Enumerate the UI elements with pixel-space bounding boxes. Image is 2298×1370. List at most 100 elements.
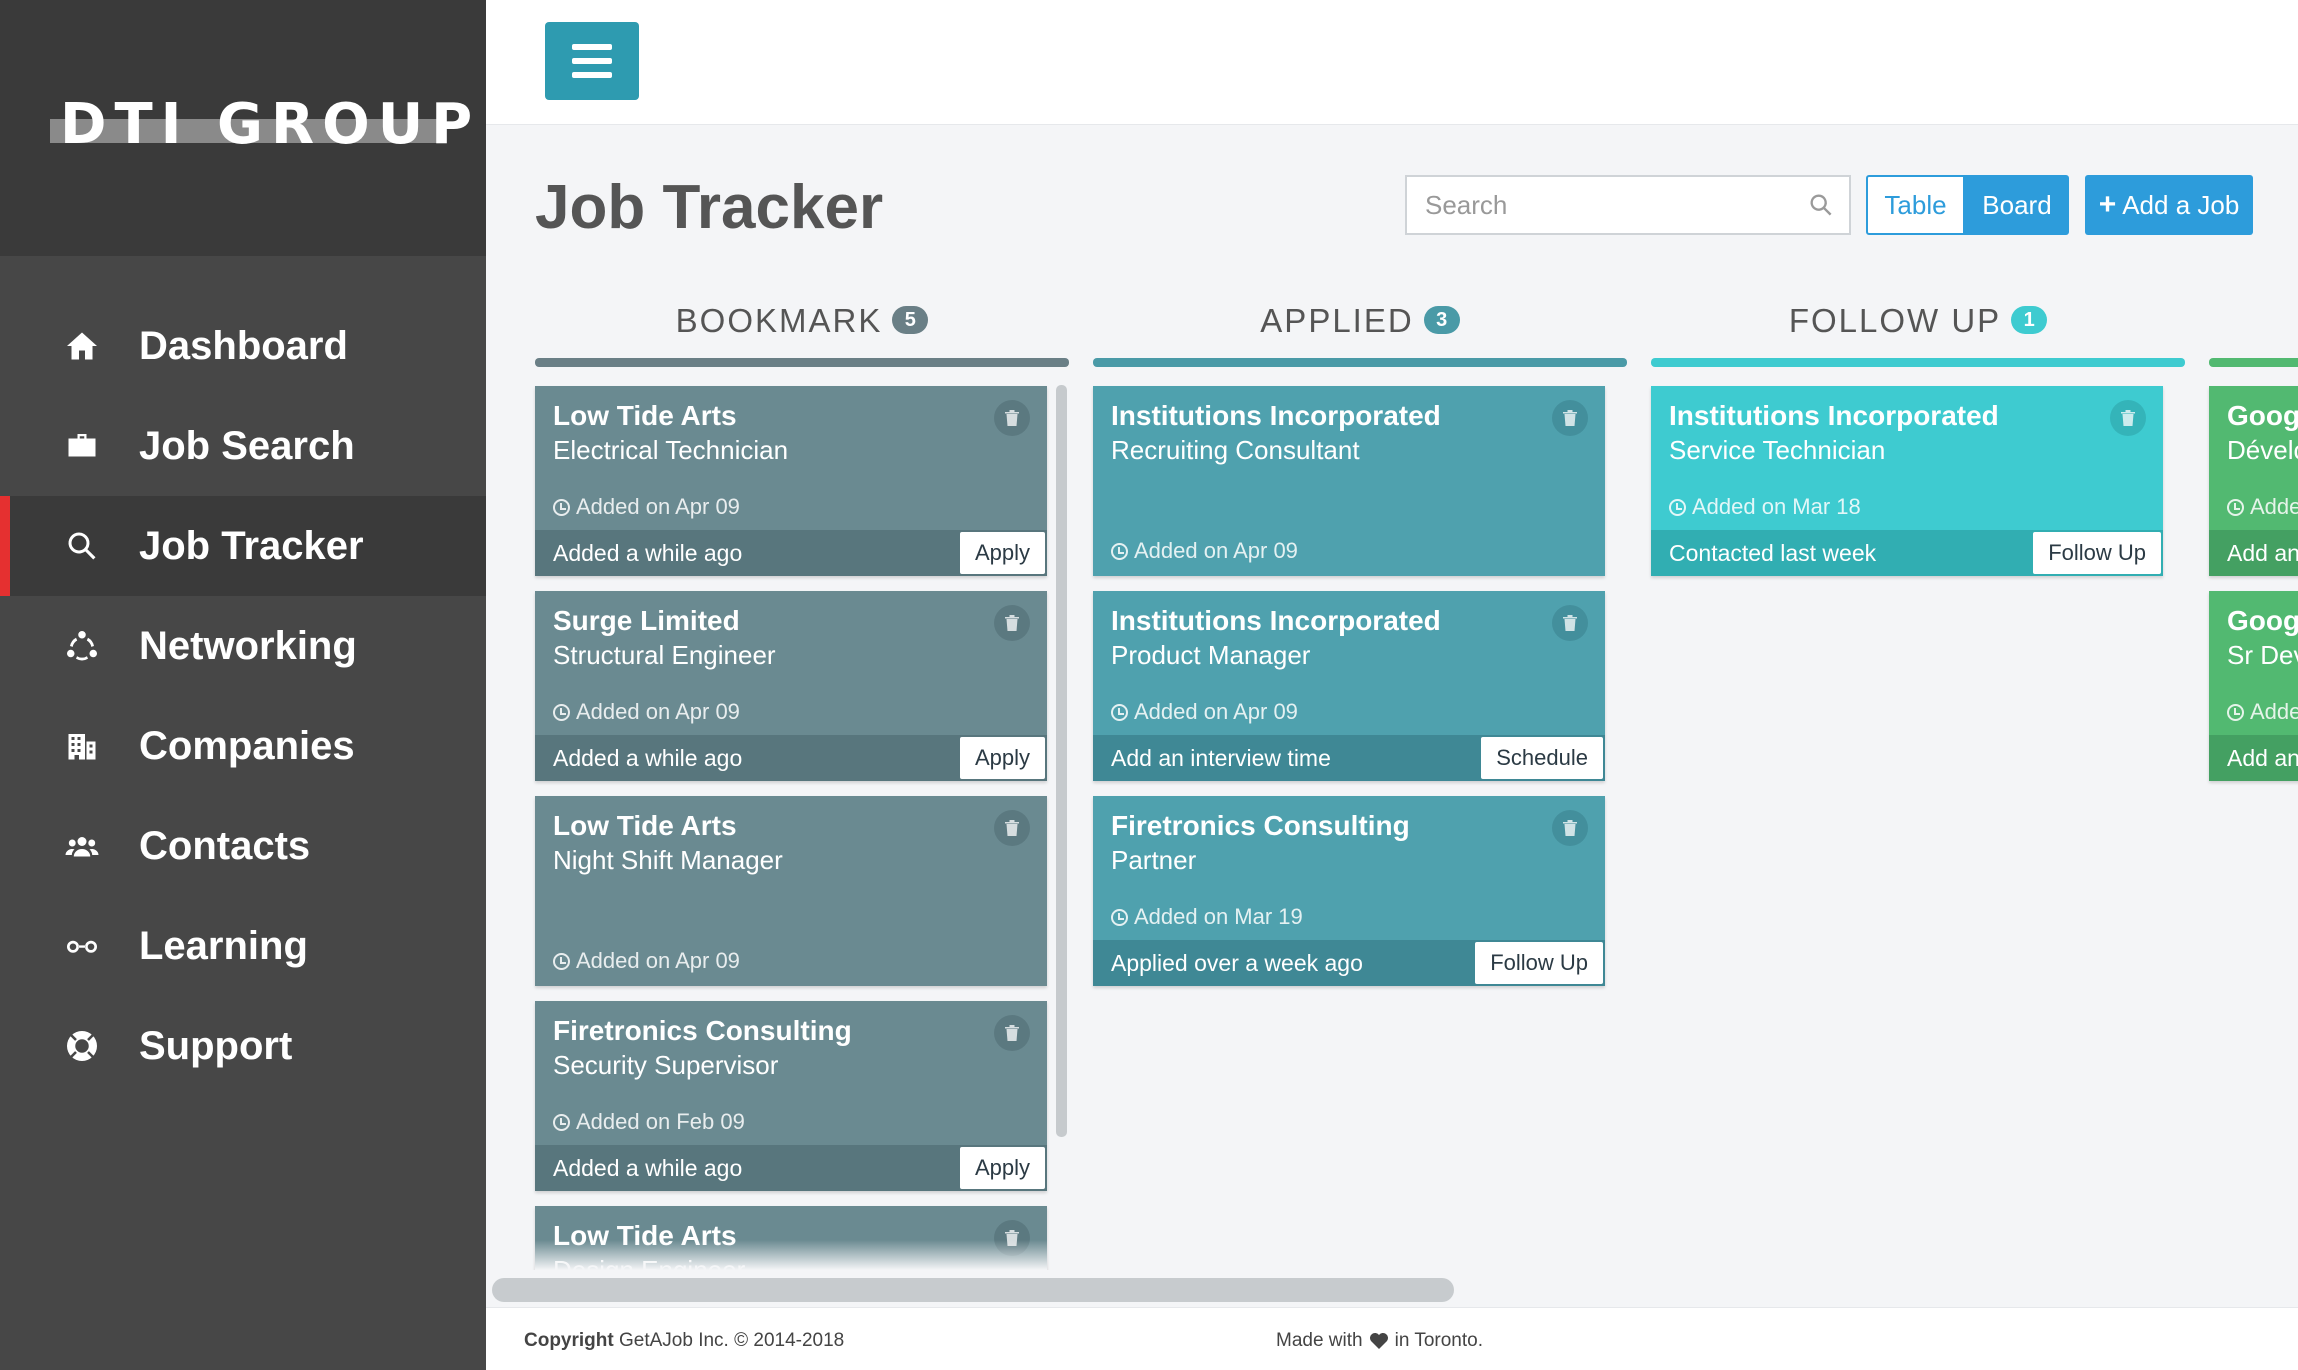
card-company: Institutions Incorporated [1111,605,1441,636]
trash-icon[interactable] [994,605,1030,641]
card-added: Added on Apr 09 [553,699,740,725]
card-status: Add an [2227,540,2298,566]
column-count-badge: 1 [2011,306,2048,334]
apply-button[interactable]: Apply [959,532,1045,574]
card-added-text: Added on Apr 09 [1134,538,1298,563]
add-job-label: Add a Job [2122,189,2240,220]
plus-icon: + [2098,188,2117,221]
trash-icon[interactable] [1552,605,1588,641]
sidebar-item-job-tracker[interactable]: Job Tracker [0,496,486,596]
sidebar-item-networking[interactable]: Networking [0,596,486,696]
column-title: BOOKMARK [675,302,883,339]
column-title: APPLIED [1260,302,1414,339]
job-card[interactable]: Googl Sr Dev Adde Add an [2209,591,2298,781]
trash-icon[interactable] [994,810,1030,846]
card-added-text: Added on Apr 09 [576,494,740,519]
job-card[interactable]: Low Tide Arts Electrical Technician Adde… [535,386,1047,576]
made-in-text: in Toronto. [1394,1330,1483,1351]
sidebar-item-label: Contacts [139,823,311,868]
card-footer: Applied over a week ago Follow Up [1093,940,1605,986]
menu-toggle-button[interactable] [545,22,639,100]
column-header [2209,280,2298,350]
card-company: Low Tide Arts [553,810,737,841]
sidebar-item-support[interactable]: Support [0,996,486,1096]
card-footer: Added a while ago Apply [535,1145,1047,1191]
table-view-button[interactable]: Table [1866,175,1965,235]
search-box [1405,175,1851,235]
sidebar-item-companies[interactable]: Companies [0,696,486,796]
column-header: APPLIED 3 [1093,280,1627,350]
card-role: Night Shift Manager [553,845,783,875]
card-added: Adde [2227,699,2298,725]
column-header: FOLLOW UP 1 [1651,280,2185,350]
card-added-text: Added on Apr 09 [576,948,740,973]
network-icon [62,626,102,666]
users-icon [62,826,102,866]
card-role: Structural Engineer [553,640,776,670]
column-title: FOLLOW UP [1788,302,2002,339]
card-role: Dévelo [2227,435,2298,465]
column-divider [1093,358,1627,367]
board-view-button[interactable]: Board [1965,175,2069,235]
column-count-badge: 5 [892,306,929,334]
card-footer: Added a while ago Apply [535,530,1047,576]
card-status: Added a while ago [553,540,743,566]
column-divider [2209,358,2298,367]
job-card[interactable]: Firetronics Consulting Security Supervis… [535,1001,1047,1191]
apply-button[interactable]: Apply [959,737,1045,779]
card-added: Added on Apr 09 [553,494,740,520]
card-added-text: Added on Mar 18 [1692,494,1861,519]
job-card[interactable]: Institutions Incorporated Service Techni… [1651,386,2163,576]
add-job-button[interactable]: + Add a Job [2085,175,2253,235]
card-added: Added on Apr 09 [1111,699,1298,725]
trash-icon[interactable] [1552,810,1588,846]
column-cards: Institutions Incorporated Recruiting Con… [1093,386,1627,1001]
apply-button[interactable]: Apply [959,1147,1045,1189]
job-card[interactable]: Institutions Incorporated Recruiting Con… [1093,386,1605,576]
column-follow-up: FOLLOW UP 1 Institutions Incorporated Ser… [1651,280,2185,576]
card-added: Added on Apr 09 [1111,538,1298,564]
clock-icon [1111,703,1128,721]
lifebuoy-icon [62,1026,102,1066]
sidebar-item-contacts[interactable]: Contacts [0,796,486,896]
card-company: Surge Limited [553,605,740,636]
job-card[interactable]: Low Tide Arts Night Shift Manager Added … [535,796,1047,986]
search-input[interactable] [1407,189,1787,221]
card-footer: Contacted last week Follow Up [1651,530,2163,576]
card-company: Institutions Incorporated [1669,400,1999,431]
sidebar-nav: Dashboard Job Search Job Tracker Network… [0,296,486,1096]
job-card[interactable]: Surge Limited Structural Engineer Added … [535,591,1047,781]
follow-up-button[interactable]: Follow Up [2033,532,2161,574]
made-with-text: Made with [1276,1330,1363,1351]
sidebar-item-job-search[interactable]: Job Search [0,396,486,496]
trash-icon[interactable] [2110,400,2146,436]
trash-icon[interactable] [994,400,1030,436]
logo[interactable]: DTI GROUP [60,92,480,157]
card-footer: Add an [2209,735,2298,781]
column-partial: Googl Dévelo Adde Add an Googl Sr Dev Ad… [2209,280,2298,781]
search-icon [62,526,102,566]
sidebar-item-dashboard[interactable]: Dashboard [0,296,486,396]
card-status: Added a while ago [553,1155,743,1181]
schedule-button[interactable]: Schedule [1481,737,1603,779]
logo-area: DTI GROUP [0,0,486,256]
sidebar-item-learning[interactable]: Learning [0,896,486,996]
heart-icon [1369,1333,1388,1349]
card-company: Firetronics Consulting [1111,810,1410,841]
job-card[interactable]: Institutions Incorporated Product Manage… [1093,591,1605,781]
clock-icon [2227,498,2244,516]
horizontal-scrollbar[interactable] [492,1278,1454,1302]
job-card[interactable]: Firetronics Consulting Partner Added on … [1093,796,1605,986]
trash-icon[interactable] [994,1015,1030,1051]
job-card[interactable]: Googl Dévelo Adde Add an [2209,386,2298,576]
column-bookmark: BOOKMARK 5 Low Tide Arts Electrical Techn… [535,280,1069,1270]
trash-icon[interactable] [1552,400,1588,436]
clock-icon [1669,498,1686,516]
sidebar-item-label: Job Tracker [139,523,364,568]
column-scrollbar[interactable] [1056,385,1067,1137]
card-added-text: Added on Apr 09 [1134,699,1298,724]
sidebar-item-label: Companies [139,723,355,768]
follow-up-button[interactable]: Follow Up [1475,942,1603,984]
column-cards: Low Tide Arts Electrical Technician Adde… [535,386,1069,1270]
search-icon[interactable] [1807,191,1835,219]
